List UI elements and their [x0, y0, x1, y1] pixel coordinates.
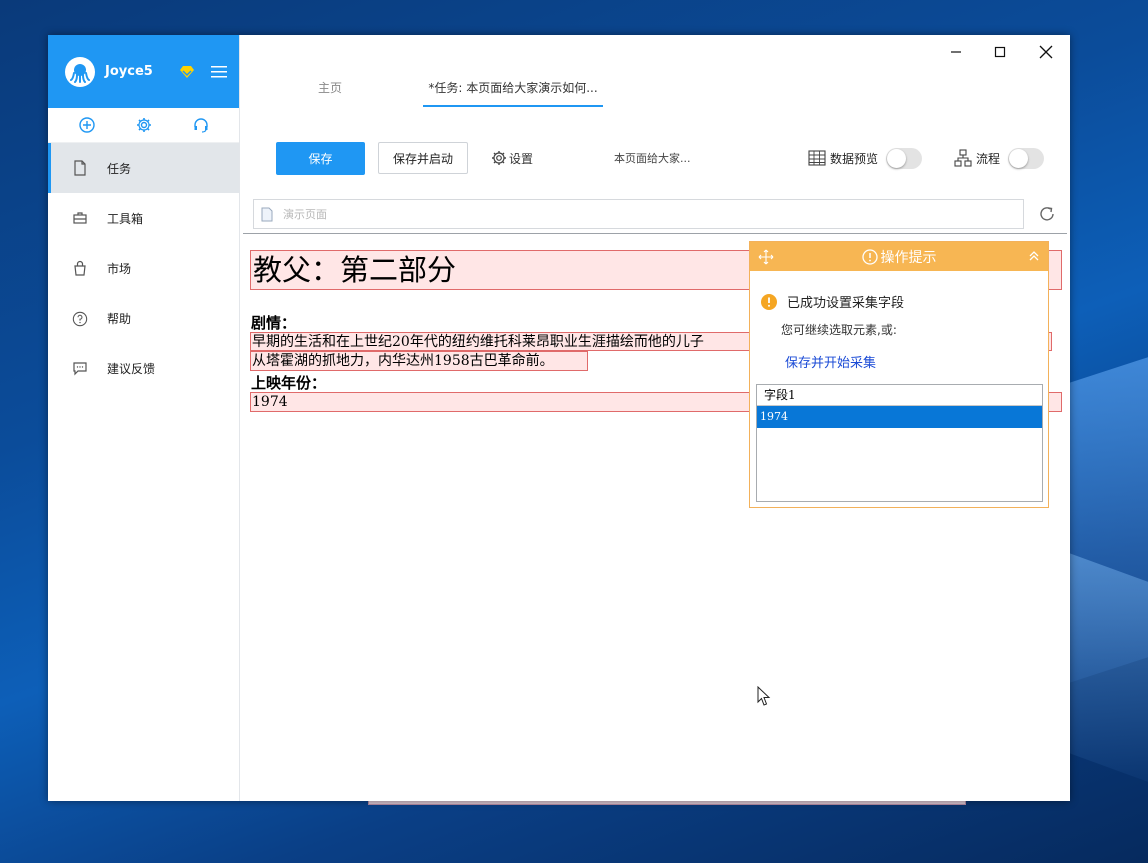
tips-title: 操作提示	[861, 247, 937, 267]
avatar[interactable]	[65, 56, 95, 87]
sidebar-item-feedback[interactable]: 建议反馈	[48, 343, 239, 393]
refresh-icon[interactable]	[1038, 205, 1056, 223]
add-task-icon[interactable]	[78, 117, 95, 133]
user-header: Joyce5	[48, 35, 239, 108]
close-icon[interactable]	[1036, 43, 1056, 61]
bag-icon	[72, 260, 88, 276]
hint-text: 您可继续选取元素,或:	[781, 323, 897, 337]
gear-icon[interactable]	[136, 117, 152, 133]
year-label[interactable]: 上映年份：	[251, 372, 326, 393]
task-name: 本页面给大家...	[614, 152, 691, 165]
sidebar-item-label: 建议反馈	[107, 361, 156, 376]
save-button[interactable]: 保存	[276, 142, 365, 175]
content-divider	[243, 233, 1067, 234]
info-icon	[861, 248, 878, 265]
data-preview-label: 数据预览	[830, 151, 879, 166]
flow-group: 流程	[954, 142, 1045, 174]
warning-icon	[761, 293, 777, 310]
feedback-icon	[72, 360, 88, 376]
toolbox-icon	[72, 210, 88, 226]
status-text: 已成功设置采集字段	[787, 296, 905, 311]
sidebar-tools	[48, 108, 239, 143]
sidebar-item-label: 帮助	[107, 311, 132, 326]
tab-home[interactable]: 主页	[280, 75, 380, 107]
gear-icon	[492, 151, 506, 165]
sidebar-item-label: 工具箱	[107, 211, 144, 226]
page-icon	[261, 207, 273, 221]
save-and-collect-link[interactable]: 保存并开始采集	[785, 352, 876, 371]
plot-text-line-2[interactable]: 从塔霍湖的抓地力，内华达州1958古巴革命前。	[250, 351, 588, 371]
collapse-icon[interactable]	[1028, 250, 1040, 262]
sidebar: Joyce5 任务 工具箱 市场 帮助 建议反馈	[48, 35, 240, 801]
username: Joyce5	[105, 64, 153, 79]
status-message: 已成功设置采集字段	[761, 292, 904, 311]
save-and-start-button[interactable]: 保存并启动	[378, 142, 468, 174]
settings-label: 设置	[509, 151, 534, 166]
sidebar-item-toolbox[interactable]: 工具箱	[48, 193, 239, 243]
sidebar-item-label: 市场	[107, 261, 132, 276]
flow-toggle[interactable]	[1008, 147, 1045, 169]
mouse-cursor-icon	[757, 686, 771, 706]
operation-tips-panel: 操作提示 已成功设置采集字段 您可继续选取元素,或: 保存并开始采集 字段1 1…	[749, 241, 1049, 508]
plot-label[interactable]: 剧情：	[251, 312, 296, 333]
data-preview-toggle[interactable]	[886, 147, 923, 169]
toolbar: 保存 保存并启动 设置 本页面给大家... 数据预览 流程	[276, 142, 1056, 175]
field-row-selected[interactable]: 1974	[757, 406, 1042, 428]
tab-task[interactable]: *任务: 本页面给大家演示如何...	[423, 75, 603, 107]
tips-title-text: 操作提示	[880, 249, 937, 266]
field-header[interactable]: 字段1	[757, 385, 1042, 406]
operation-tips-header: 操作提示	[750, 242, 1048, 271]
sidebar-item-label: 任务	[107, 161, 132, 176]
move-icon[interactable]	[758, 249, 774, 265]
sidebar-item-tasks[interactable]: 任务	[48, 143, 239, 193]
vip-diamond-icon[interactable]	[179, 65, 195, 79]
table-icon	[808, 150, 826, 166]
hamburger-menu-icon[interactable]	[211, 65, 227, 78]
headset-support-icon[interactable]	[193, 117, 209, 133]
octopus-logo-icon	[70, 63, 90, 83]
data-preview-group: 数据预览	[808, 142, 923, 174]
field-list: 字段1 1974	[756, 384, 1043, 502]
settings-button[interactable]: 设置	[491, 142, 533, 174]
maximize-icon[interactable]	[990, 43, 1010, 61]
flow-label: 流程	[976, 151, 1001, 166]
url-value: 演示页面	[283, 208, 327, 221]
sidebar-item-help[interactable]: 帮助	[48, 293, 239, 343]
url-bar[interactable]: 演示页面	[253, 199, 1024, 229]
sidebar-item-market[interactable]: 市场	[48, 243, 239, 293]
flow-chart-icon	[954, 149, 972, 167]
help-icon	[72, 310, 88, 327]
minimize-icon[interactable]	[946, 43, 966, 61]
file-icon	[72, 160, 88, 176]
title-bar	[240, 35, 1070, 69]
